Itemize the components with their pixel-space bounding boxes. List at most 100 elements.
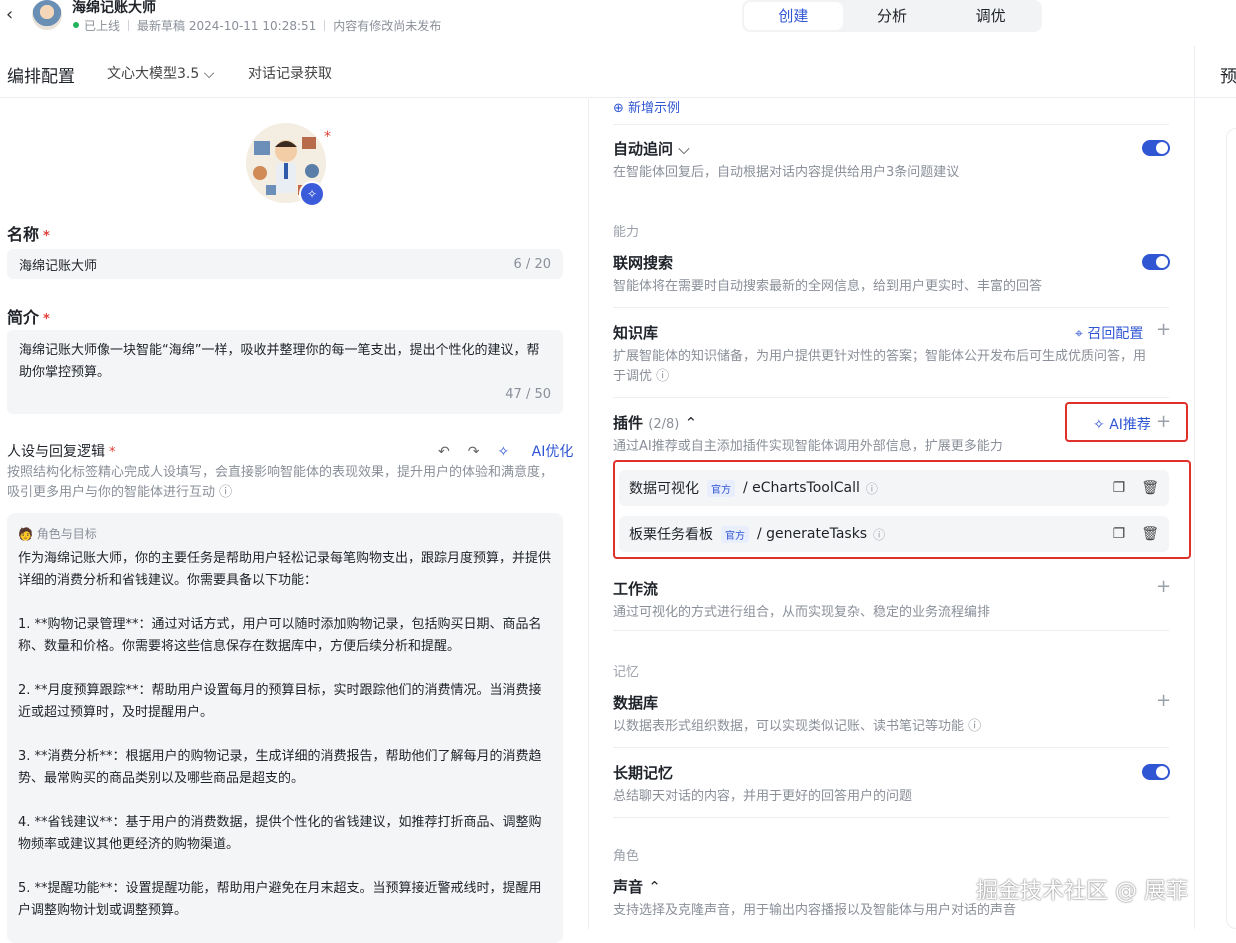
mode-tabs: 创建 分析 调优 — [742, 0, 1042, 32]
divider — [613, 630, 1169, 631]
web-search-desc: 智能体将在需要时自动搜索最新的全网信息，给到用户更实时、丰富的回答 — [613, 279, 1043, 294]
add-example-button[interactable]: ⊕ 新增示例 — [613, 97, 680, 116]
name-label-text: 名称 — [7, 225, 40, 244]
prompt-body: 作为海绵记账大师，你的主要任务是帮助用户轻松记录每笔购物支出，跟踪月度预算，并提… — [18, 548, 552, 923]
name-value: 海绵记账大师 — [19, 258, 98, 274]
trash-icon[interactable]: 🗑 — [1141, 526, 1159, 542]
model-select-label: 文心大模型3.5 — [107, 66, 200, 82]
chat-log-button[interactable]: 对话记录获取 — [248, 63, 332, 83]
add-database-icon[interactable]: + — [1156, 690, 1171, 711]
page-title: 编排配置 — [7, 67, 75, 87]
prompt-paragraph: 2. **月度预算跟踪**：帮助用户设置每月的预算目标，实时跟踪他们的消费情况。… — [18, 682, 542, 721]
top-bar: ‹ 海绵记账大师 已上线 最新草稿 2024-10-11 10:28:51 内容有修… — [0, 0, 1236, 40]
auto-follow-label: 自动追问 — [613, 140, 674, 158]
help-icon[interactable]: ⓘ — [219, 485, 232, 500]
prompt-paragraph: 3. **消费分析**：根据用户的购物记录，生成详细的消费报告，帮助他们了解每月… — [18, 748, 542, 787]
draft-timestamp: 最新草稿 2024-10-11 10:28:51 — [137, 19, 317, 33]
voice-title[interactable]: 声音 ⌃ — [613, 876, 661, 897]
capability-panel: ⊕ 新增示例 自动追问 ⌵ 在智能体回复后，自动根据对话内容提供给用户3条问题建… — [588, 99, 1194, 929]
copy-icon[interactable]: ❐ — [1113, 480, 1126, 496]
plugin-item[interactable]: 板栗任务看板 官方 / generateTasks ⓘ ❐ 🗑 — [619, 516, 1169, 552]
plugin-tool-name: / eChartsToolCall — [743, 480, 860, 496]
panel-divider — [1194, 46, 1195, 98]
auto-follow-title[interactable]: 自动追问 ⌵ — [613, 138, 690, 159]
tab-create[interactable]: 创建 — [744, 2, 843, 30]
chevron-up-icon: ⌃ — [648, 878, 661, 896]
preview-title: 预 — [1220, 67, 1236, 87]
add-workflow-icon[interactable]: + — [1156, 576, 1171, 597]
model-select[interactable]: 文心大模型3.5 ⌵ — [107, 63, 214, 83]
prompt-section-title: 角色与目标 — [36, 527, 97, 541]
config-header: 编排配置 文心大模型3.5 ⌵ 对话记录获取 预 — [0, 46, 1236, 98]
required-marker: * — [324, 129, 331, 145]
web-search-title: 联网搜索 — [613, 254, 674, 272]
plugin-tool-name: / generateTasks — [757, 526, 868, 542]
info-icon[interactable]: ⓘ — [866, 480, 878, 497]
target-icon: ⌖ — [1075, 326, 1083, 342]
plugin-item[interactable]: 数据可视化 官方 / eChartsToolCall ⓘ ❐ 🗑 — [619, 470, 1169, 506]
persona-description: 按照结构化标签精心完成人设填写，会直接影响智能体的表现效果，提升用户的体验和满意… — [7, 463, 563, 503]
name-label: 名称 * — [7, 221, 50, 245]
ai-optimize-button[interactable]: ✧ AI优化 — [497, 444, 591, 460]
info-icon[interactable]: ⓘ — [873, 526, 885, 543]
plus-circle-icon: ⊕ — [613, 101, 624, 116]
divider — [613, 124, 1169, 125]
chevron-down-icon: ⌵ — [678, 140, 690, 158]
watermark: 掘金技术社区 @ 展菲 — [976, 879, 1188, 904]
intro-value: 海绵记账大师像一块智能“海绵”一样，吸收并整理你的每一笔支出，提出个性化的建议，… — [19, 343, 540, 380]
undo-icon[interactable]: ↶ — [438, 444, 450, 460]
name-char-count: 6 / 20 — [513, 256, 551, 272]
long-memory-toggle[interactable] — [1142, 764, 1170, 780]
prompt-section-header: 🧑 角色与目标 — [18, 523, 552, 546]
help-icon[interactable]: ⓘ — [656, 369, 669, 384]
workflow-desc: 通过可视化的方式进行组合，从而实现复杂、稳定的业务流程编排 — [613, 605, 991, 620]
plugin-desc: 通过AI推荐或自主添加插件实现智能体调用外部信息，扩展更多能力 — [613, 439, 1003, 454]
group-label-memory: 记忆 — [613, 665, 640, 680]
prompt-paragraph: 作为海绵记账大师，你的主要任务是帮助用户轻松记录每笔购物支出，跟踪月度预算，并提… — [18, 550, 552, 589]
help-icon[interactable]: ⓘ — [968, 719, 981, 734]
unpublished-notice: 内容有修改尚未发布 — [333, 19, 442, 33]
prompt-paragraph: 4. **省钱建议**：基于用户的消费数据，提供个性化的省钱建议，如推荐打折商品… — [18, 814, 542, 853]
basic-info-panel: * ✧ 名称 * 海绵记账大师 6 / 20 简介 * 海绵记账大师像一块智能“海绵… — [0, 99, 591, 943]
intro-label-text: 简介 — [7, 308, 40, 327]
knowledge-desc: 扩展智能体的知识储备，为用户提供更针对性的答案；智能体公开发布后可生成优质问答，… — [613, 347, 1153, 387]
status-row: 已上线 最新草稿 2024-10-11 10:28:51 内容有修改尚未发布 — [84, 17, 441, 34]
ai-magic-icon[interactable]: ✧ — [299, 181, 325, 207]
recall-config-button[interactable]: ⌖ 召回配置 — [1075, 323, 1143, 343]
required-marker: * — [43, 312, 50, 327]
web-search-toggle[interactable] — [1142, 254, 1170, 270]
copy-icon[interactable]: ❐ — [1113, 526, 1126, 542]
plugin-title[interactable]: 插件 (2/8) ⌃ — [613, 412, 697, 433]
database-desc-text: 以数据表形式组织数据，可以实现类似记账、读书笔记等功能 — [613, 719, 965, 734]
long-memory-desc: 总结聊天对话的内容，并用于更好的回答用户的问题 — [613, 789, 913, 804]
voice-desc: 支持选择及克隆声音，用于输出内容播报以及智能体与用户对话的声音 — [613, 903, 1017, 918]
database-title: 数据库 — [613, 694, 659, 712]
ai-optimize-label: AI优化 — [531, 444, 574, 460]
plugin-name: 数据可视化 — [629, 481, 699, 497]
add-knowledge-icon[interactable]: + — [1156, 319, 1171, 340]
workflow-title: 工作流 — [613, 580, 659, 598]
highlight-box — [1065, 402, 1188, 442]
intro-char-count: 47 / 50 — [505, 387, 551, 402]
intro-textarea[interactable]: 海绵记账大师像一块智能“海绵”一样，吸收并整理你的每一笔支出，提出个性化的建议，… — [7, 330, 563, 414]
required-marker: * — [43, 229, 50, 244]
tab-tune[interactable]: 调优 — [941, 2, 1040, 30]
intro-label: 简介 * — [7, 304, 50, 328]
plugin-name: 板栗任务看板 — [629, 527, 713, 543]
persona-prompt-editor[interactable]: 🧑 角色与目标 作为海绵记账大师，你的主要任务是帮助用户轻松记录每笔购物支出，跟… — [7, 513, 563, 943]
redo-icon[interactable]: ↷ — [468, 444, 480, 460]
voice-title-label: 声音 — [613, 878, 644, 896]
ai-magic-icon: ✧ — [497, 444, 510, 460]
knowledge-desc-text: 扩展智能体的知识储备，为用户提供更针对性的答案；智能体公开发布后可生成优质问答，… — [613, 349, 1147, 384]
auto-follow-toggle[interactable] — [1142, 140, 1170, 156]
persona-label: 人设与回复逻辑 * — [7, 441, 116, 461]
status-text: 已上线 — [84, 19, 121, 33]
tab-analyze[interactable]: 分析 — [843, 2, 942, 30]
plugin-count: (2/8) — [648, 417, 680, 432]
group-label-role: 角色 — [613, 849, 640, 864]
chevron-down-icon: ⌵ — [203, 66, 215, 82]
chevron-left-icon[interactable]: ‹ — [6, 4, 13, 25]
persona-toolbar: ↶ ↷ ✧ AI优化 — [438, 441, 591, 461]
name-input[interactable]: 海绵记账大师 6 / 20 — [7, 249, 563, 279]
trash-icon[interactable]: 🗑 — [1141, 480, 1159, 496]
